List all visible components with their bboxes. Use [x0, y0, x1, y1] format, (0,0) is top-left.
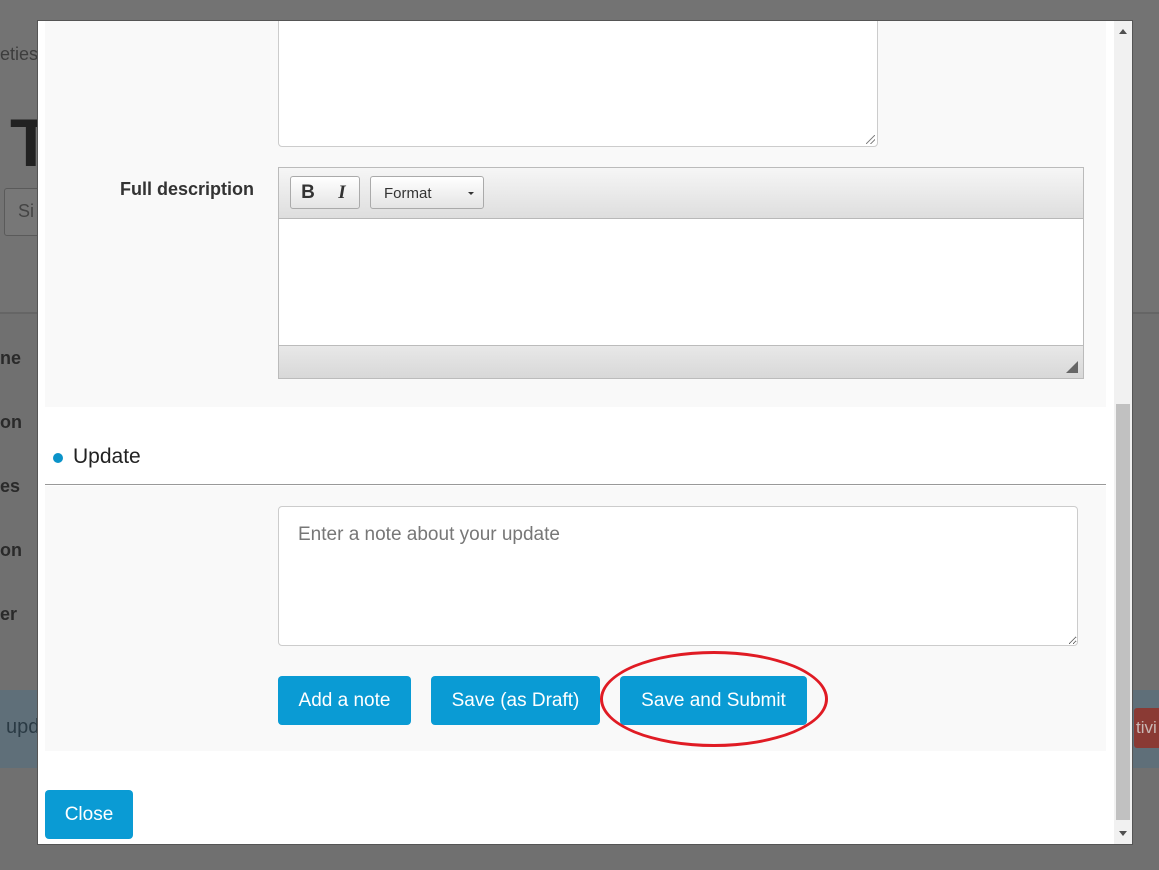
rich-text-editor: B I Format — [278, 167, 1084, 379]
background-input-text: Si — [18, 201, 35, 221]
scroll-down-arrow-icon[interactable] — [1119, 831, 1127, 836]
background-label: ne — [0, 348, 22, 368]
update-note-textarea[interactable] — [278, 506, 1078, 646]
format-dropdown[interactable]: Format — [370, 176, 484, 209]
save-draft-button[interactable]: Save (as Draft) — [431, 676, 600, 725]
update-section-title: Update — [73, 445, 141, 468]
background-label: er — [0, 604, 18, 624]
scrollbar-thumb[interactable] — [1116, 404, 1130, 820]
background-activity-button: tivi — [1134, 708, 1159, 748]
modal-scroll-area: Full description B I Format Update A — [38, 21, 1114, 844]
background-activity-label: tivi — [1136, 718, 1157, 737]
format-dropdown-label: Format — [384, 185, 432, 202]
section-divider — [45, 484, 1106, 485]
editor-toolbar: B I Format — [279, 168, 1083, 219]
modal-dialog: Full description B I Format Update A — [37, 20, 1133, 845]
background-label: on — [0, 412, 22, 432]
editor-content-area[interactable] — [279, 219, 1083, 345]
highlight-annotation-circle — [600, 651, 828, 747]
background-label: on — [0, 540, 22, 560]
bullet-icon — [53, 453, 63, 463]
resize-handle-icon[interactable] — [1066, 361, 1078, 373]
scroll-up-arrow-icon[interactable] — [1119, 29, 1127, 34]
full-description-label: Full description — [120, 179, 255, 199]
summary-textarea[interactable] — [278, 21, 878, 147]
resize-grip-icon[interactable] — [866, 135, 875, 144]
formatting-button-group: B I — [290, 176, 360, 209]
close-button[interactable]: Close — [45, 790, 133, 839]
background-breadcrumb: eties — [0, 44, 39, 64]
background-label: es — [0, 476, 21, 496]
editor-statusbar — [279, 345, 1083, 378]
caret-down-icon — [468, 192, 474, 195]
vertical-scrollbar[interactable] — [1114, 21, 1132, 844]
italic-button[interactable]: I — [325, 177, 359, 208]
bold-button[interactable]: B — [291, 177, 325, 208]
add-note-button[interactable]: Add a note — [278, 676, 411, 725]
background-update-text: upd — [6, 716, 40, 738]
